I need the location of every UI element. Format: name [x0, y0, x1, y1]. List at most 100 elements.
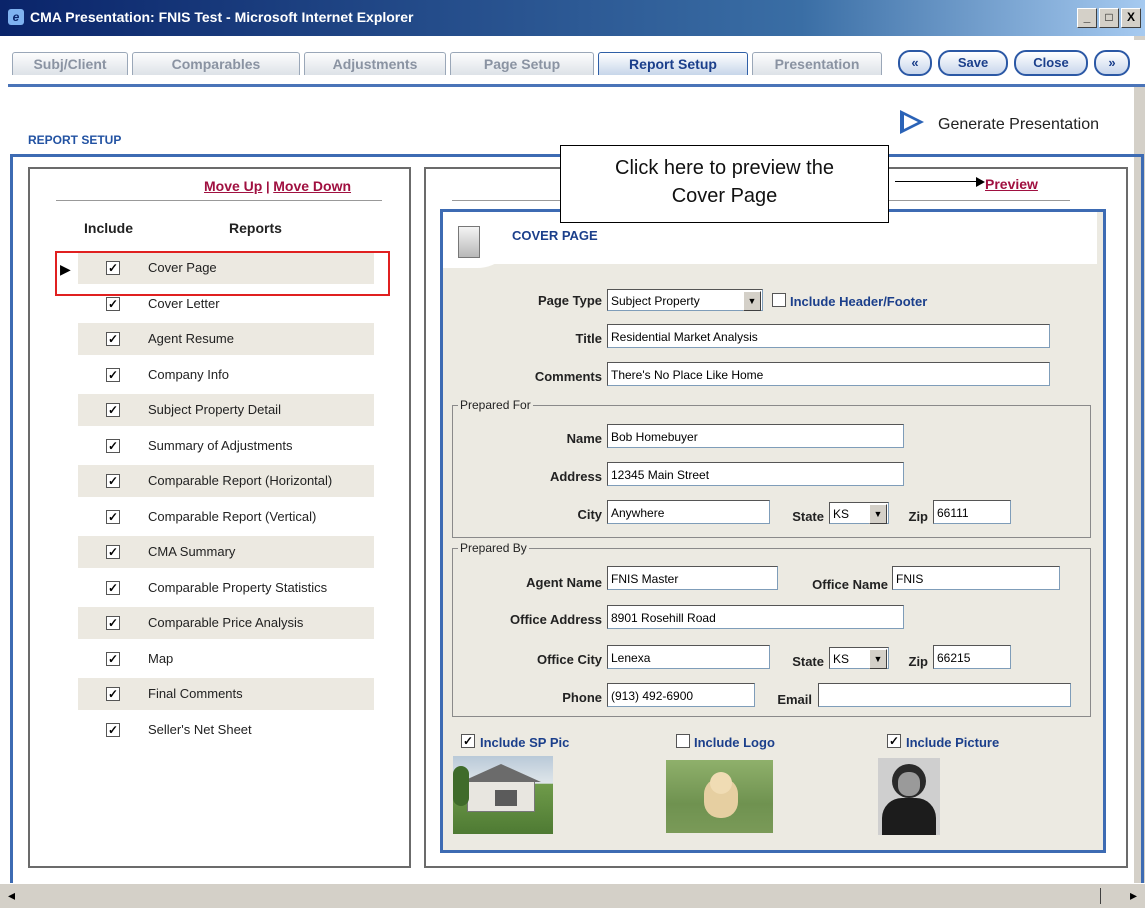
page-title: REPORT SETUP [28, 133, 122, 147]
phone-field[interactable]: (913) 492-6900 [607, 683, 755, 707]
include-checkbox[interactable]: ✓ [106, 332, 120, 346]
include-picture-label: Include Picture [906, 735, 1000, 750]
agent-name-field[interactable]: FNIS Master [607, 566, 778, 590]
title-field[interactable]: Residential Market Analysis [607, 324, 1050, 348]
callout-arrow-head [976, 177, 985, 187]
include-checkbox[interactable]: ✓ [106, 616, 120, 630]
move-up-link[interactable]: Move Up [204, 178, 262, 194]
divider [56, 200, 382, 201]
close-button[interactable]: Close [1014, 50, 1088, 76]
subject-property-photo [453, 756, 553, 834]
include-checkbox[interactable]: ✓ [106, 581, 120, 595]
page-type-value: Subject Property [611, 294, 700, 308]
tab-adjustments[interactable]: Adjustments [304, 52, 446, 75]
office-city-field[interactable]: Lenexa [607, 645, 770, 669]
include-checkbox[interactable]: ✓ [106, 474, 120, 488]
play-arrow-icon[interactable] [900, 110, 924, 134]
state-label: State [792, 509, 824, 524]
report-row[interactable]: ✓ Comparable Price Analysis [78, 607, 374, 639]
page-type-label: Page Type [537, 293, 602, 308]
include-picture-checkbox[interactable]: ✓ [887, 734, 901, 748]
prepared-by-legend: Prepared By [458, 541, 529, 555]
report-label: Comparable Report (Horizontal) [148, 473, 333, 488]
report-row[interactable]: ✓ CMA Summary [78, 536, 374, 568]
address-field[interactable]: 12345 Main Street [607, 462, 904, 486]
report-row[interactable]: ✓ Company Info [78, 359, 374, 391]
tab-comparables[interactable]: Comparables [132, 52, 300, 75]
include-checkbox[interactable]: ✓ [106, 297, 120, 311]
city-field[interactable]: Anywhere [607, 500, 770, 524]
preview-link[interactable]: Preview [985, 176, 1038, 192]
scroll-left-icon[interactable]: ◂ [8, 887, 15, 904]
tab-subj-client[interactable]: Subj/Client [12, 52, 128, 75]
chevron-down-icon: ▼ [743, 291, 761, 311]
tab-report-setup[interactable]: Report Setup [598, 52, 748, 75]
report-row[interactable]: ✓ Summary of Adjustments [78, 430, 374, 462]
scroll-right-icon[interactable]: ▸ [1130, 887, 1137, 904]
include-checkbox[interactable]: ✓ [106, 687, 120, 701]
window-close-button[interactable]: X [1121, 8, 1141, 28]
tab-bar: Subj/Client Comparables Adjustments Page… [8, 40, 1145, 86]
report-row[interactable]: ✓ Agent Resume [78, 323, 374, 355]
email-field[interactable] [818, 683, 1071, 707]
name-field[interactable]: Bob Homebuyer [607, 424, 904, 448]
scroll-thumb-edge [1100, 888, 1101, 904]
report-row[interactable]: ✓ Subject Property Detail [78, 394, 374, 426]
include-checkbox[interactable]: ✓ [106, 652, 120, 666]
include-checkbox[interactable]: ✓ [106, 403, 120, 417]
report-row[interactable]: ✓ Map [78, 643, 374, 675]
city-label: City [577, 507, 602, 522]
report-row[interactable]: ✓ Comparable Report (Horizontal) [78, 465, 374, 497]
cover-page-highlight [55, 251, 390, 296]
logo-photo [666, 760, 773, 833]
tab-underline [8, 84, 1145, 87]
include-logo-checkbox[interactable] [676, 734, 690, 748]
report-label: Map [148, 651, 174, 666]
office-city-label: Office City [536, 652, 602, 667]
include-sp-pic-checkbox[interactable]: ✓ [461, 734, 475, 748]
report-row[interactable]: ✓ Comparable Report (Vertical) [78, 501, 374, 533]
forward-button[interactable]: » [1094, 50, 1130, 76]
include-checkbox[interactable]: ✓ [106, 510, 120, 524]
office-address-field[interactable]: 8901 Rosehill Road [607, 605, 904, 629]
include-checkbox[interactable]: ✓ [106, 545, 120, 559]
report-row[interactable]: ✓ Comparable Property Statistics [78, 572, 374, 604]
window-title: CMA Presentation: FNIS Test - Microsoft … [30, 9, 414, 25]
office-zip-field[interactable]: 66215 [933, 645, 1011, 669]
maximize-button[interactable]: □ [1099, 8, 1119, 28]
save-button[interactable]: Save [938, 50, 1008, 76]
comments-field[interactable]: There's No Place Like Home [607, 362, 1050, 386]
window-title-bar: e CMA Presentation: FNIS Test - Microsof… [0, 0, 1145, 36]
horizontal-scrollbar[interactable]: ◂ ▸ [0, 883, 1145, 908]
generate-presentation-link[interactable]: Generate Presentation [938, 116, 1099, 134]
callout-line-2: Cover Page [671, 185, 778, 207]
preview-callout: Click here to preview the Cover Page [560, 145, 889, 223]
report-label: Comparable Price Analysis [148, 615, 304, 630]
tab-page-setup[interactable]: Page Setup [450, 52, 594, 75]
move-down-link[interactable]: Move Down [273, 178, 351, 194]
comments-label: Comments [534, 369, 602, 384]
report-row[interactable]: ✓ Seller's Net Sheet [78, 714, 374, 746]
page-type-select[interactable]: Subject Property ▼ [607, 289, 763, 311]
zip-field[interactable]: 66111 [933, 500, 1011, 524]
state-value: KS [833, 507, 850, 521]
tab-presentation[interactable]: Presentation [752, 52, 882, 75]
office-state-select[interactable]: KS ▼ [829, 647, 889, 669]
column-header-include: Include [84, 220, 134, 236]
cover-page-heading: COVER PAGE [512, 228, 598, 243]
office-name-field[interactable]: FNIS [892, 566, 1060, 590]
state-select[interactable]: KS ▼ [829, 502, 889, 524]
include-checkbox[interactable]: ✓ [106, 723, 120, 737]
include-checkbox[interactable]: ✓ [106, 439, 120, 453]
phone-label: Phone [562, 690, 602, 705]
report-row[interactable]: ✓ Final Comments [78, 678, 374, 710]
address-label: Address [549, 469, 602, 484]
back-button[interactable]: « [898, 50, 932, 76]
office-state-value: KS [833, 652, 850, 666]
zip-label: Zip [908, 509, 929, 524]
office-name-label: Office Name [812, 577, 888, 592]
minimize-button[interactable]: _ [1077, 8, 1097, 28]
include-checkbox[interactable]: ✓ [106, 368, 120, 382]
document-icon [458, 226, 480, 258]
include-header-footer-checkbox[interactable] [772, 293, 786, 307]
